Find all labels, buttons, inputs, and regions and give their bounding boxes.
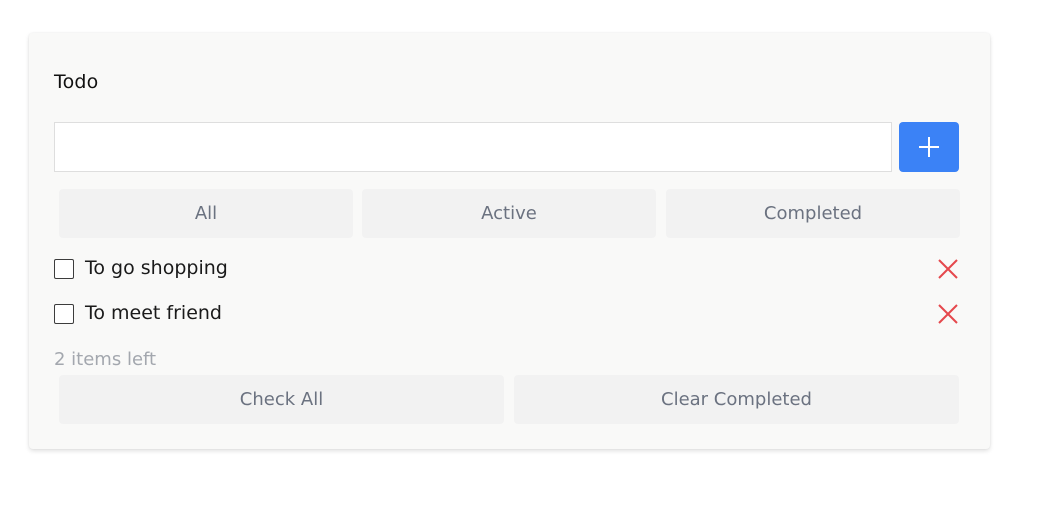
new-todo-input[interactable] (54, 122, 892, 172)
delete-todo-button[interactable] (936, 302, 960, 326)
close-icon (938, 259, 958, 279)
clear-completed-button[interactable]: Clear Completed (514, 375, 959, 424)
delete-todo-button[interactable] (936, 257, 960, 281)
todo-text: To go shopping (85, 257, 228, 279)
todo-checkbox[interactable] (54, 259, 74, 279)
filter-all-button[interactable]: All (59, 189, 353, 238)
todo-item: To go shopping (54, 255, 960, 285)
check-all-button[interactable]: Check All (59, 375, 504, 424)
todo-text: To meet friend (85, 302, 222, 324)
todo-checkbox[interactable] (54, 304, 74, 324)
add-todo-button[interactable] (899, 122, 959, 172)
filter-completed-button[interactable]: Completed (666, 189, 960, 238)
items-left-count: 2 items left (54, 349, 157, 370)
plus-icon (919, 137, 939, 157)
close-icon (938, 304, 958, 324)
todo-item: To meet friend (54, 300, 960, 330)
todo-card: Todo All Active Completed To go shopping… (29, 33, 990, 449)
app-title: Todo (54, 71, 99, 93)
filter-active-button[interactable]: Active (362, 189, 656, 238)
